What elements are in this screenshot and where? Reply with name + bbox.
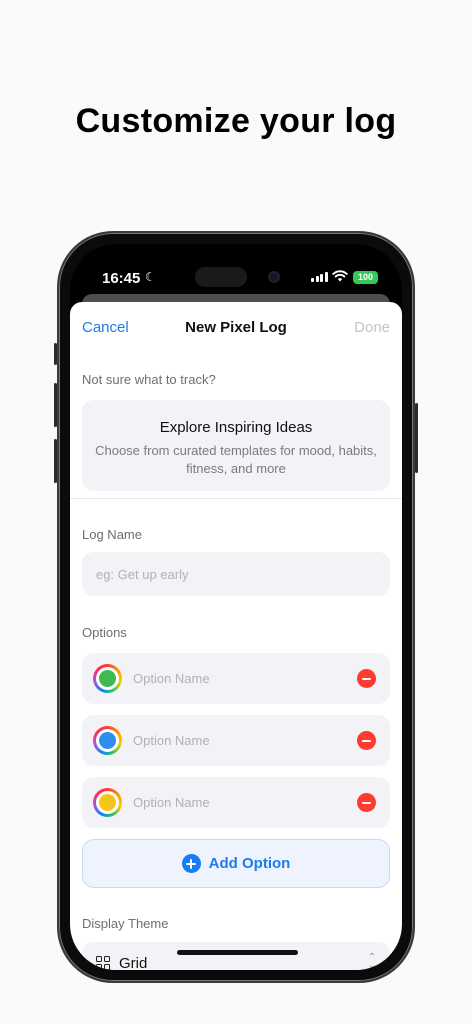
log-name-placeholder: eg: Get up early [96, 567, 189, 582]
option-name-input[interactable]: Option Name [133, 671, 210, 686]
log-name-label: Log Name [82, 527, 142, 542]
color-picker-icon[interactable] [93, 664, 122, 693]
ideas-subtitle: Choose from curated templates for mood, … [95, 443, 377, 476]
done-button[interactable]: Done [354, 319, 390, 336]
battery-icon: 100 [353, 271, 378, 284]
new-log-sheet: Cancel New Pixel Log Done Not sure what … [70, 302, 402, 970]
page-title: New Pixel Log [185, 319, 287, 336]
remove-option-icon[interactable] [357, 669, 376, 688]
phone-screen: 16:45 ☾ 100 Cancel New Pixel Log Done No… [70, 244, 402, 970]
option-name-input[interactable]: Option Name [133, 795, 210, 810]
theme-value: Grid [119, 955, 148, 970]
chevron-up-down-icon: ⌃ ⌄ [367, 952, 376, 971]
add-option-label: Add Option [208, 855, 291, 872]
remove-option-icon[interactable] [357, 731, 376, 750]
signal-icon [311, 272, 328, 282]
options-label: Options [82, 625, 127, 640]
promo-headline: Customize your log [75, 102, 397, 140]
plus-circle-icon [181, 854, 201, 873]
home-indicator [177, 950, 298, 955]
moon-icon: ☾ [145, 270, 156, 284]
display-theme-label: Display Theme [82, 916, 169, 931]
option-name-input[interactable]: Option Name [133, 733, 210, 748]
remove-option-icon[interactable] [357, 793, 376, 812]
option-row[interactable]: Option Name [82, 777, 390, 828]
option-row[interactable]: Option Name [82, 653, 390, 704]
log-name-field[interactable]: eg: Get up early [82, 552, 390, 596]
option-row[interactable]: Option Name [82, 715, 390, 766]
divider [70, 498, 402, 499]
camera-icon [268, 271, 280, 283]
wifi-icon [332, 270, 348, 282]
explore-ideas-card[interactable]: Explore Inspiring Ideas Choose from cura… [82, 400, 390, 491]
ideas-prompt: Not sure what to track? [82, 372, 216, 387]
status-time: 16:45 [102, 270, 141, 287]
add-option-button[interactable]: Add Option [82, 839, 390, 888]
phone-frame: 16:45 ☾ 100 Cancel New Pixel Log Done No… [54, 231, 418, 983]
ideas-title: Explore Inspiring Ideas [159, 419, 313, 436]
dynamic-island [195, 267, 247, 287]
grid-icon [96, 956, 110, 970]
display-theme-picker[interactable]: Grid ⌃ ⌄ [82, 942, 390, 970]
nav-bar: Cancel New Pixel Log Done [70, 302, 402, 354]
color-picker-icon[interactable] [93, 788, 122, 817]
color-picker-icon[interactable] [93, 726, 122, 755]
